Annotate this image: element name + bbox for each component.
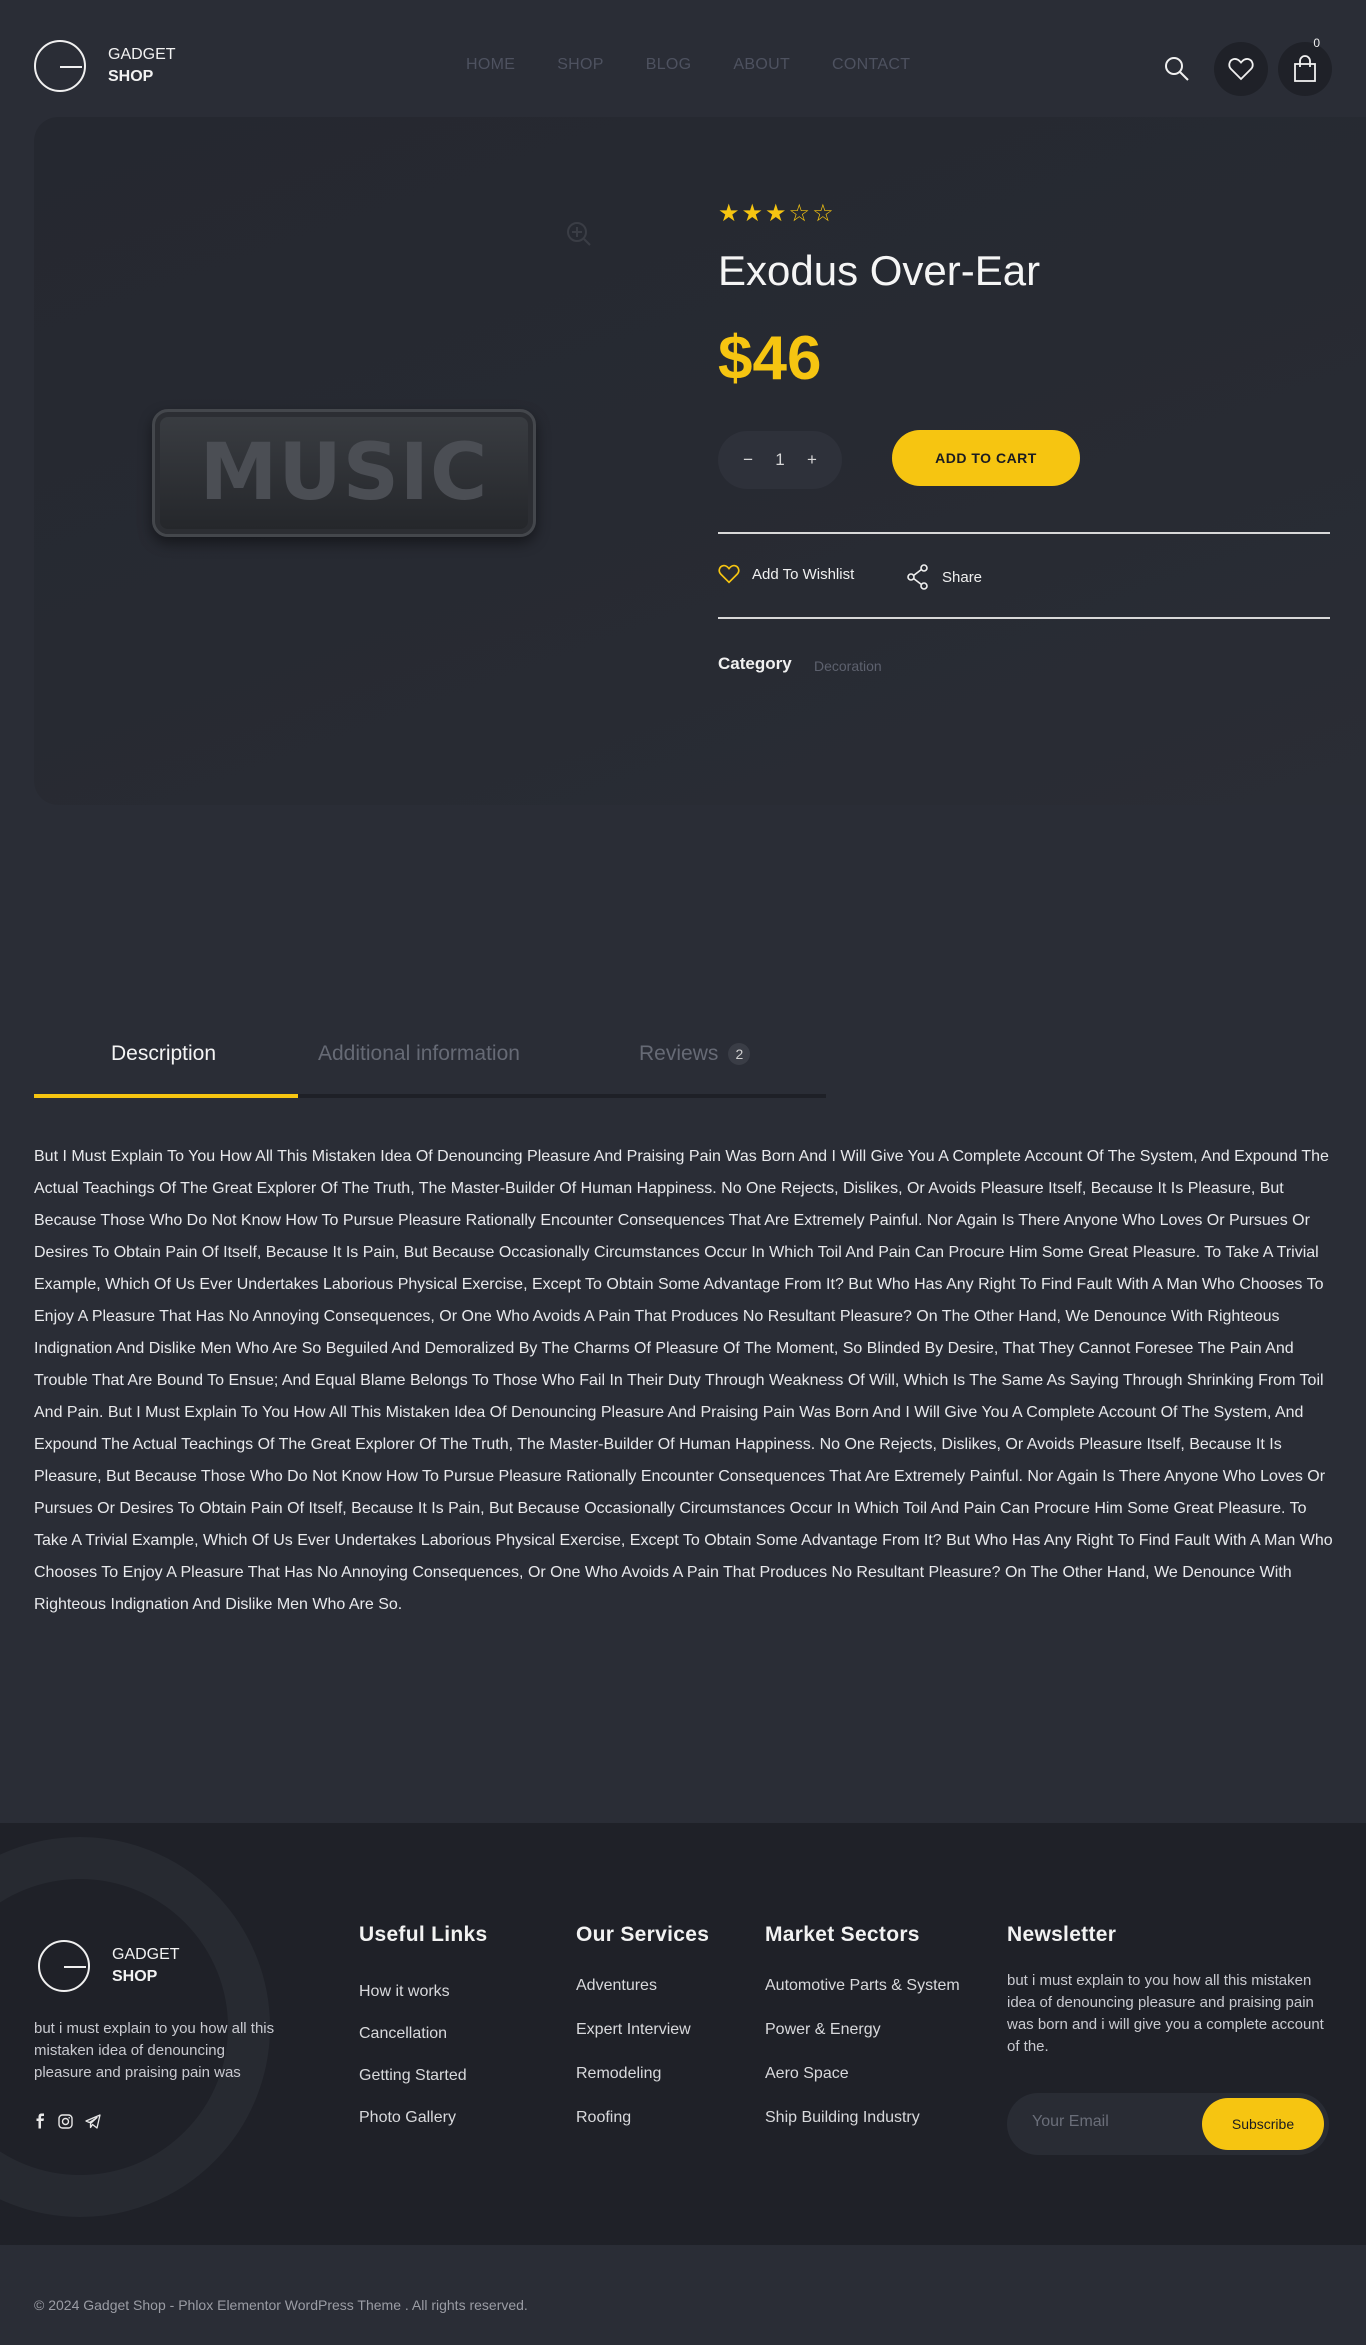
footer-logo[interactable]: GADGET SHOP (38, 1940, 180, 1992)
footer-link[interactable]: Automotive Parts & System (765, 1977, 960, 1995)
footer-link[interactable]: Getting Started (359, 2067, 467, 2085)
footer-link[interactable]: Adventures (576, 1977, 657, 1995)
product-panel: MUSIC ★★★☆☆ Exodus Over-Ear $46 − 1 + AD… (34, 117, 1366, 805)
zoom-icon (567, 222, 591, 246)
heart-icon (718, 564, 740, 584)
qty-decrease-button[interactable]: − (743, 450, 753, 470)
share-icon (907, 564, 928, 590)
cart-button[interactable]: 0 (1278, 36, 1332, 96)
footer-link[interactable]: Expert Interview (576, 2021, 691, 2039)
nav-blog[interactable]: BLOG (646, 56, 692, 74)
logo-mark-icon (38, 1940, 90, 1992)
instagram-icon (58, 2113, 73, 2129)
product-title: Exodus Over-Ear (718, 247, 1041, 294)
footer-link[interactable]: Remodeling (576, 2065, 661, 2083)
search-icon (1165, 57, 1189, 81)
active-tab-indicator (34, 1094, 298, 1098)
share-label: Share (942, 568, 983, 586)
wishlist-button[interactable] (1214, 42, 1268, 96)
tab-description[interactable]: Description (111, 1042, 216, 1066)
product-image[interactable]: MUSIC (152, 409, 536, 537)
wishlist-label: Add To Wishlist (752, 565, 855, 583)
nav-about[interactable]: ABOUT (733, 56, 790, 74)
main-nav: HOME SHOP BLOG ABOUT CONTACT (466, 56, 952, 74)
footer-link[interactable]: Ship Building Industry (765, 2109, 920, 2127)
footer-link[interactable]: Aero Space (765, 2065, 849, 2083)
share-link[interactable]: Share (906, 564, 982, 590)
site-header: GADGET SHOP HOME SHOP BLOG ABOUT CONTACT… (0, 0, 1366, 120)
social-links (34, 2113, 113, 2129)
facebook-link[interactable] (34, 2113, 46, 2129)
footer-link[interactable]: Power & Energy (765, 2021, 881, 2039)
rating-stars: ★★★☆☆ (718, 199, 836, 228)
site-logo[interactable]: GADGET SHOP (34, 40, 176, 92)
product-image-label: MUSIC (199, 428, 489, 518)
footer-link[interactable]: Photo Gallery (359, 2109, 456, 2127)
bag-icon (1294, 55, 1316, 82)
category-link[interactable]: Decoration (814, 658, 882, 674)
tab-reviews[interactable]: Reviews 2 (639, 1042, 751, 1066)
telegram-link[interactable] (85, 2113, 101, 2129)
rating-empty: ☆☆ (788, 200, 836, 227)
logo-line2: SHOP (112, 1968, 158, 1985)
tab-additional-information[interactable]: Additional information (318, 1042, 520, 1066)
qty-value[interactable]: 1 (775, 450, 784, 470)
description-text: But I Must Explain To You How All This M… (34, 1148, 1333, 1613)
facebook-icon (36, 2113, 44, 2129)
copyright-text: © 2024 Gadget Shop - Phlox Elementor Wor… (34, 2297, 528, 2313)
newsletter-text: but i must explain to you how all this m… (1007, 1972, 1324, 2055)
copyright-bar: © 2024 Gadget Shop - Phlox Elementor Wor… (0, 2245, 1366, 2345)
tab-reviews-label: Reviews (639, 1042, 719, 1065)
rating-filled: ★★★ (718, 200, 789, 227)
email-input[interactable]: Your Email (1032, 2113, 1109, 2131)
subscribe-button[interactable]: Subscribe (1202, 2098, 1324, 2150)
newsletter-title: Newsletter (1007, 1923, 1117, 1946)
nav-shop[interactable]: SHOP (557, 56, 604, 74)
quantity-stepper: − 1 + (718, 431, 842, 489)
heart-icon (1228, 58, 1254, 81)
instagram-link[interactable] (58, 2113, 73, 2129)
footer-link[interactable]: Roofing (576, 2109, 631, 2127)
footer-link[interactable]: Cancellation (359, 2025, 447, 2043)
telegram-icon (85, 2113, 101, 2129)
newsletter-form: Your Email Subscribe (1007, 2093, 1329, 2155)
header-actions: 0 (1140, 36, 1332, 96)
logo-line2: SHOP (108, 68, 154, 85)
market-title: Market Sectors (765, 1923, 920, 1946)
divider (718, 532, 1330, 534)
qty-increase-button[interactable]: + (807, 450, 817, 470)
nav-home[interactable]: HOME (466, 56, 515, 74)
category-label: Category (718, 654, 792, 673)
zoom-button[interactable] (566, 221, 592, 252)
product-tabs: Description Additional information Revie… (34, 1030, 826, 1098)
logo-mark-icon (34, 40, 86, 92)
add-to-wishlist-link[interactable]: Add To Wishlist (718, 564, 854, 584)
cart-count-badge: 0 (1313, 36, 1320, 50)
product-price: $46 (718, 324, 822, 393)
add-to-cart-button[interactable]: ADD TO CART (892, 430, 1080, 486)
services-title: Our Services (576, 1923, 710, 1946)
reviews-count-badge: 2 (728, 1043, 751, 1065)
footer-about: but i must explain to you how all this m… (34, 2020, 275, 2081)
divider (718, 617, 1330, 619)
footer-services: Our Services Adventures Expert Interview… (576, 1923, 710, 2126)
footer-market-sectors: Market Sectors Automotive Parts & System… (765, 1923, 960, 2126)
footer-newsletter: Newsletter but i must explain to you how… (1007, 1923, 1329, 2155)
nav-contact[interactable]: CONTACT (832, 56, 910, 74)
site-footer: GADGET SHOP but i must explain to you ho… (0, 1823, 1366, 2245)
search-button[interactable] (1150, 42, 1204, 96)
footer-useful-links: Useful Links How it works Cancellation G… (359, 1923, 488, 2126)
logo-line1: GADGET (112, 1946, 180, 1963)
useful-links-title: Useful Links (359, 1923, 488, 1946)
logo-line1: GADGET (108, 46, 176, 63)
footer-link[interactable]: How it works (359, 1983, 450, 2001)
